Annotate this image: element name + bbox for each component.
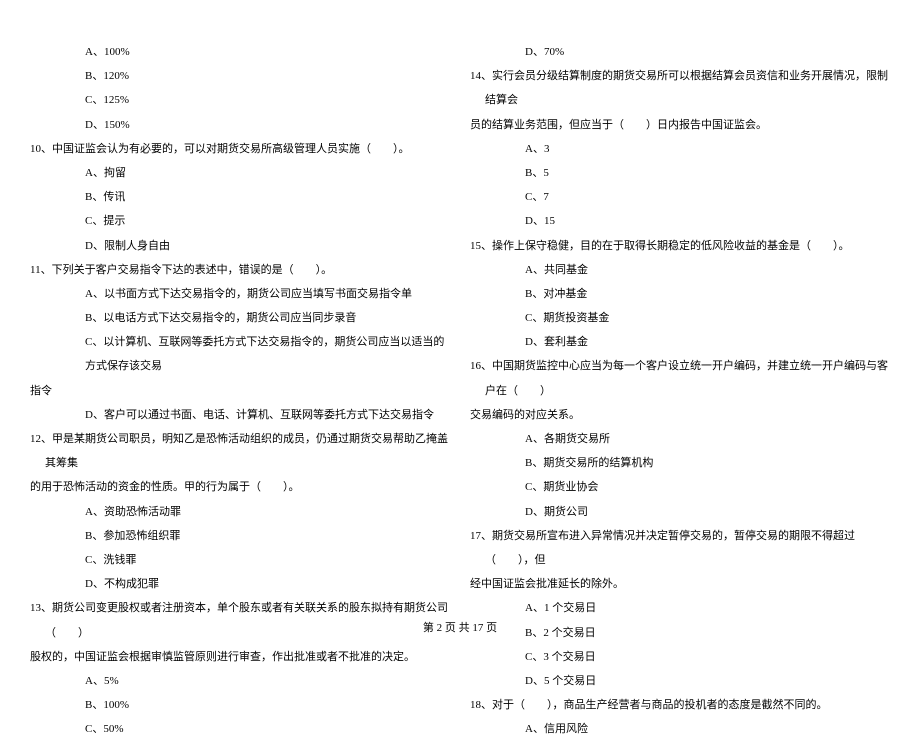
- q13-option-a: A、5%: [30, 669, 450, 693]
- q12-option-b: B、参加恐怖组织罪: [30, 524, 450, 548]
- q17-option-a: A、1 个交易日: [470, 596, 890, 620]
- q17-option-c: C、3 个交易日: [470, 645, 890, 669]
- q15-option-d: D、套利基金: [470, 330, 890, 354]
- q12-continue: 的用于恐怖活动的资金的性质。甲的行为属于（ ）。: [30, 475, 450, 499]
- q11-text: 11、下列关于客户交易指令下达的表述中，错误的是（ ）。: [30, 258, 450, 282]
- q12-option-c: C、洗钱罪: [30, 548, 450, 572]
- q9-option-a: A、100%: [30, 40, 450, 64]
- q13-option-d: D、70%: [470, 40, 890, 64]
- q12-text: 12、甲是某期货公司职员，明知乙是恐怖活动组织的成员，仍通过期货交易帮助乙掩盖其…: [30, 427, 450, 475]
- q16-option-c: C、期货业协会: [470, 475, 890, 499]
- page-footer: 第 2 页 共 17 页: [0, 619, 920, 635]
- q15-option-b: B、对冲基金: [470, 282, 890, 306]
- q14-option-c: C、7: [470, 185, 890, 209]
- q10-option-c: C、提示: [30, 209, 450, 233]
- q11-continue: 指令: [30, 379, 450, 403]
- q14-option-b: B、5: [470, 161, 890, 185]
- right-column: D、70% 14、实行会员分级结算制度的期货交易所可以根据结算会员资信和业务开展…: [470, 40, 890, 741]
- q18-option-a: A、信用风险: [470, 717, 890, 741]
- q14-continue: 员的结算业务范围，但应当于（ ）日内报告中国证监会。: [470, 113, 890, 137]
- q13-option-c: C、50%: [30, 717, 450, 741]
- q11-option-a: A、以书面方式下达交易指令的，期货公司应当填写书面交易指令单: [30, 282, 450, 306]
- q16-continue: 交易编码的对应关系。: [470, 403, 890, 427]
- q16-option-b: B、期货交易所的结算机构: [470, 451, 890, 475]
- q16-option-a: A、各期货交易所: [470, 427, 890, 451]
- q16-text: 16、中国期货监控中心应当为每一个客户设立统一开户编码，并建立统一开户编码与客户…: [470, 354, 890, 402]
- q9-option-d: D、150%: [30, 113, 450, 137]
- left-column: A、100% B、120% C、125% D、150% 10、中国证监会认为有必…: [30, 40, 450, 741]
- q17-continue: 经中国证监会批准延长的除外。: [470, 572, 890, 596]
- q13-option-b: B、100%: [30, 693, 450, 717]
- q11-option-b: B、以电话方式下达交易指令的，期货公司应当同步录音: [30, 306, 450, 330]
- q17-text: 17、期货交易所宣布进入异常情况并决定暂停交易的，暂停交易的期限不得超过（ ），…: [470, 524, 890, 572]
- q14-option-d: D、15: [470, 209, 890, 233]
- q15-option-c: C、期货投资基金: [470, 306, 890, 330]
- q12-option-d: D、不构成犯罪: [30, 572, 450, 596]
- q17-option-d: D、5 个交易日: [470, 669, 890, 693]
- q15-text: 15、操作上保守稳健，目的在于取得长期稳定的低风险收益的基金是（ ）。: [470, 234, 890, 258]
- q9-option-c: C、125%: [30, 88, 450, 112]
- q16-option-d: D、期货公司: [470, 500, 890, 524]
- q12-option-a: A、资助恐怖活动罪: [30, 500, 450, 524]
- q10-text: 10、中国证监会认为有必要的，可以对期货交易所高级管理人员实施（ ）。: [30, 137, 450, 161]
- q10-option-d: D、限制人身自由: [30, 234, 450, 258]
- q18-text: 18、对于（ ），商品生产经营者与商品的投机者的态度是截然不同的。: [470, 693, 890, 717]
- q13-continue: 股权的，中国证监会根据审慎监管原则进行审查，作出批准或者不批准的决定。: [30, 645, 450, 669]
- q11-option-d: D、客户可以通过书面、电话、计算机、互联网等委托方式下达交易指令: [30, 403, 450, 427]
- q14-option-a: A、3: [470, 137, 890, 161]
- q10-option-b: B、传讯: [30, 185, 450, 209]
- q14-text: 14、实行会员分级结算制度的期货交易所可以根据结算会员资信和业务开展情况，限制结…: [470, 64, 890, 112]
- q9-option-b: B、120%: [30, 64, 450, 88]
- q10-option-a: A、拘留: [30, 161, 450, 185]
- q15-option-a: A、共同基金: [470, 258, 890, 282]
- q11-option-c: C、以计算机、互联网等委托方式下达交易指令的，期货公司应当以适当的方式保存该交易: [30, 330, 450, 378]
